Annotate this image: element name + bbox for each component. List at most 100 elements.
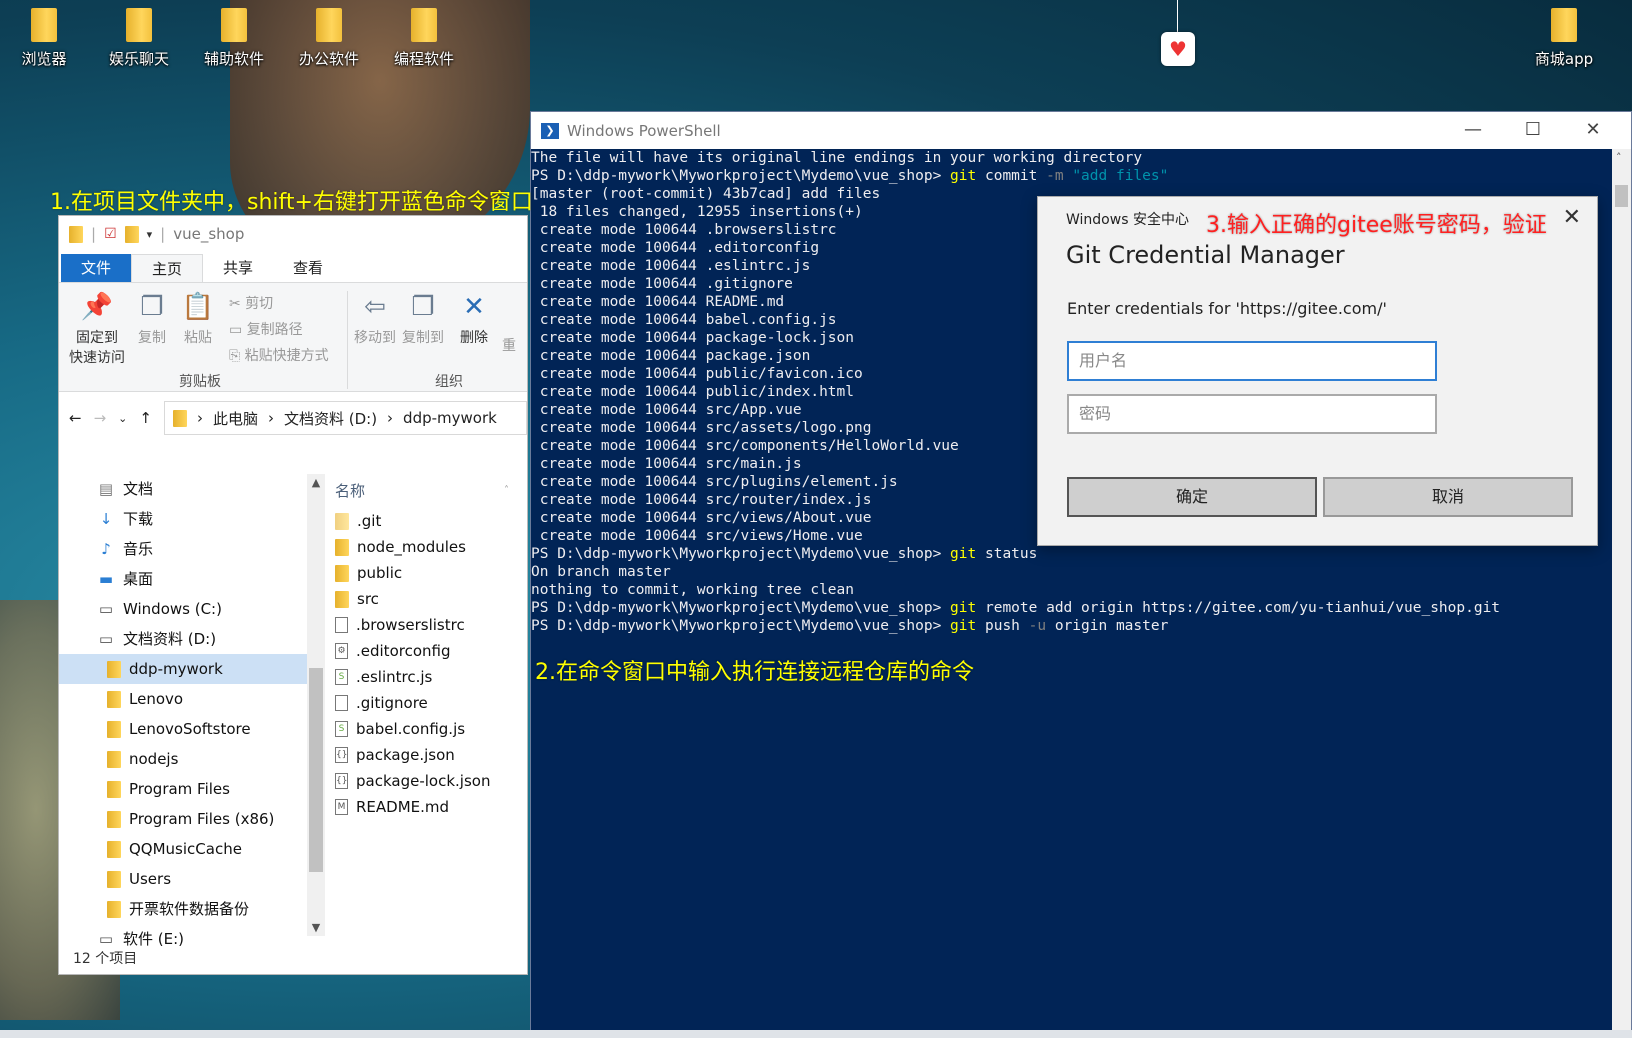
nav-item-drive-c[interactable]: ▭ Windows (C:)	[59, 594, 307, 624]
copy-to-button[interactable]: ❐ 复制到	[399, 291, 447, 347]
customize-toolbar-icon[interactable]: ▾	[147, 228, 153, 241]
close-icon[interactable]: ✕	[1565, 112, 1621, 149]
nav-item-folder[interactable]: 开票软件数据备份	[59, 894, 307, 924]
recent-chevron-icon[interactable]: ⌄	[118, 412, 127, 425]
clipboard-group-label: 剪贴板	[179, 374, 221, 390]
nav-item-folder[interactable]: LenovoSoftstore	[59, 714, 307, 744]
folder-icon	[107, 720, 121, 738]
nav-item-folder[interactable]: Program Files (x86)	[59, 804, 307, 834]
folder-icon	[172, 409, 187, 427]
desktop-icon-shop[interactable]: 商城app	[1524, 8, 1604, 69]
copy-button[interactable]: ❐ 复制	[131, 291, 173, 347]
chevron-right-icon: ›	[387, 409, 394, 427]
up-arrow-icon[interactable]: ↑	[139, 409, 152, 427]
nav-item-folder[interactable]: nodejs	[59, 744, 307, 774]
list-item[interactable]: node_modules	[329, 534, 529, 560]
list-item[interactable]: src	[329, 586, 529, 612]
delete-x-icon: ✕	[463, 292, 485, 322]
list-item[interactable]: S .eslintrc.js	[329, 664, 529, 690]
list-item[interactable]: .browserslistrc	[329, 612, 529, 638]
hanger-string	[1177, 0, 1178, 34]
nav-item-ddp-mywork[interactable]: ddp-mywork	[59, 654, 307, 684]
tab-file[interactable]: 文件	[61, 254, 132, 282]
list-item[interactable]: ⚙ .editorconfig	[329, 638, 529, 664]
scroll-up-icon[interactable]: ▲	[307, 476, 325, 489]
windows-drive-icon: ▭	[98, 600, 114, 618]
folder-icon	[107, 840, 121, 858]
rename-button[interactable]: 重	[499, 335, 519, 355]
dialog-title: Git Credential Manager	[1066, 241, 1345, 269]
maximize-icon[interactable]: ☐	[1505, 112, 1561, 149]
scrollbar-thumb[interactable]	[309, 668, 323, 872]
tab-view[interactable]: 查看	[273, 254, 343, 282]
list-item[interactable]: {} package-lock.json	[329, 768, 529, 794]
chevron-right-icon: ›	[267, 409, 274, 427]
scroll-down-icon[interactable]: ▼	[307, 921, 325, 934]
minimize-icon[interactable]: —	[1445, 112, 1501, 149]
folder-icon	[107, 900, 121, 918]
password-field[interactable]: 密码	[1067, 394, 1437, 434]
list-item[interactable]: public	[329, 560, 529, 586]
separator: |	[160, 225, 166, 243]
paste-shortcut-button[interactable]: ⎘ 粘贴快捷方式	[229, 345, 329, 365]
forward-arrow-icon[interactable]: →	[94, 409, 107, 427]
properties-icon[interactable]: ☑	[104, 226, 117, 242]
close-icon[interactable]: ✕	[1563, 205, 1581, 230]
copy-to-icon: ❐	[411, 292, 435, 322]
move-to-button[interactable]: ⇦ 移动到	[351, 291, 399, 347]
column-header-name[interactable]: 名称 ˄	[329, 474, 529, 508]
nav-item-folder[interactable]: Program Files	[59, 774, 307, 804]
folder-icon	[221, 8, 247, 42]
delete-button[interactable]: ✕ 删除	[453, 291, 495, 347]
breadcrumb-item[interactable]: 此电脑	[213, 408, 258, 429]
folder-icon	[107, 780, 121, 798]
git-credential-dialog: Windows 安全中心 ✕ Git Credential Manager En…	[1037, 196, 1598, 546]
dialog-header: Windows 安全中心	[1066, 212, 1189, 228]
breadcrumb-item[interactable]: 文档资料 (D:)	[284, 408, 377, 429]
list-item[interactable]: .gitignore	[329, 690, 529, 716]
list-item[interactable]: Sbabel.config.js	[329, 716, 529, 742]
new-folder-icon[interactable]	[124, 225, 139, 243]
desktop-icon-browser[interactable]: 浏览器	[4, 8, 84, 69]
script-file-icon: S	[335, 721, 348, 737]
nav-item-folder[interactable]: Lenovo	[59, 684, 307, 714]
nav-item-drive-d[interactable]: ▭ 文档资料 (D:)	[59, 624, 307, 654]
desktop-icon-tools[interactable]: 辅助软件	[194, 8, 274, 69]
copy-path-button[interactable]: ▭ 复制路径	[229, 319, 303, 339]
desktop-icon-office[interactable]: 办公软件	[289, 8, 369, 69]
ribbon-tabs: 文件 主页 共享 查看	[59, 252, 527, 282]
nav-item-folder[interactable]: Users	[59, 864, 307, 894]
scrollbar-thumb[interactable]	[1615, 185, 1628, 207]
nav-item-folder[interactable]: QQMusicCache	[59, 834, 307, 864]
scroll-up-icon[interactable]: ˄	[1616, 151, 1622, 164]
desktop-icon-chat[interactable]: 娱乐聊天	[99, 8, 179, 69]
terminal-scrollbar[interactable]: ˄	[1612, 149, 1631, 1038]
ok-button[interactable]: 确定	[1067, 477, 1317, 517]
breadcrumb-item[interactable]: ddp-mywork	[403, 409, 497, 427]
list-item[interactable]: M README.md	[329, 794, 529, 820]
cut-button[interactable]: ✂ 剪切	[229, 293, 273, 313]
nav-item-desktop[interactable]: ▬ 桌面	[59, 564, 307, 594]
nav-item-documents[interactable]: ▤ 文档	[59, 474, 307, 504]
username-field[interactable]: 用户名	[1067, 341, 1437, 381]
desktop-icon-programming[interactable]: 编程软件	[384, 8, 464, 69]
shortcut-icon: ⎘	[229, 348, 245, 364]
pin-quick-access-button[interactable]: 📌 固定到 快速访问	[63, 291, 131, 367]
nav-scrollbar[interactable]: ▲ ▼	[307, 474, 325, 936]
list-item[interactable]: .git	[329, 508, 529, 534]
drive-icon: ▭	[98, 630, 114, 648]
tab-share[interactable]: 共享	[203, 254, 273, 282]
tab-home[interactable]: 主页	[131, 254, 204, 282]
folder-icon	[107, 660, 121, 678]
tshirt-widget-icon[interactable]: ♥	[1161, 32, 1195, 66]
paste-button[interactable]: 📋 粘贴	[177, 291, 219, 347]
folder-icon	[1551, 8, 1577, 42]
breadcrumb[interactable]: › 此电脑 › 文档资料 (D:) › ddp-mywork	[163, 401, 527, 435]
list-item[interactable]: {} package.json	[329, 742, 529, 768]
nav-item-music[interactable]: ♪ 音乐	[59, 534, 307, 564]
folder-icon	[107, 870, 121, 888]
back-arrow-icon[interactable]: ←	[69, 409, 82, 427]
sort-up-icon: ˄	[504, 485, 509, 496]
nav-item-downloads[interactable]: ↓ 下载	[59, 504, 307, 534]
cancel-button[interactable]: 取消	[1323, 477, 1573, 517]
